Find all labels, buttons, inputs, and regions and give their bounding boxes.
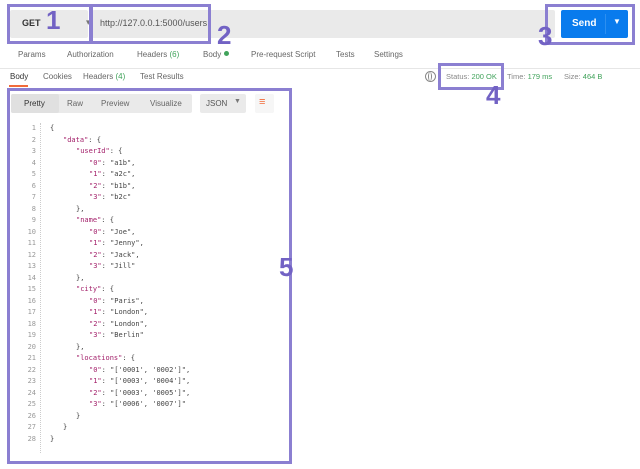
tab-pre-request-script[interactable]: Pre-request Script bbox=[251, 50, 315, 59]
tab-tests[interactable]: Tests bbox=[336, 50, 355, 59]
response-tab-headers[interactable]: Headers (4) bbox=[83, 72, 125, 81]
annotation-number-2: 2 bbox=[217, 20, 232, 50]
response-headers-count: (4) bbox=[115, 72, 126, 81]
response-tab-body[interactable]: Body bbox=[10, 72, 28, 81]
annotation-number-1: 1 bbox=[46, 5, 61, 35]
annotation-number-4: 4 bbox=[486, 80, 501, 110]
status-dot-icon bbox=[224, 51, 230, 56]
response-tab-cookies[interactable]: Cookies bbox=[43, 72, 72, 81]
tab-headers[interactable]: Headers (6) bbox=[137, 50, 179, 59]
annotation-number-5: 5 bbox=[279, 252, 294, 282]
annotation-box-3 bbox=[545, 4, 635, 45]
active-tab-underline bbox=[9, 85, 28, 87]
annotation-box-2 bbox=[89, 4, 211, 44]
time-info: Time: 179 ms bbox=[507, 72, 553, 81]
globe-icon[interactable] bbox=[425, 71, 436, 82]
size-value: 464 B bbox=[582, 72, 603, 81]
time-value: 179 ms bbox=[527, 72, 553, 81]
headers-count: (6) bbox=[169, 50, 180, 59]
annotation-box-5 bbox=[7, 88, 292, 464]
annotation-number-3: 3 bbox=[538, 21, 553, 51]
tab-authorization[interactable]: Authorization bbox=[67, 50, 114, 59]
size-info: Size: 464 B bbox=[564, 72, 603, 81]
tab-settings[interactable]: Settings bbox=[374, 50, 403, 59]
response-tab-test-results[interactable]: Test Results bbox=[140, 72, 184, 81]
tab-body[interactable]: Body bbox=[203, 50, 230, 59]
tab-params[interactable]: Params bbox=[18, 50, 46, 59]
